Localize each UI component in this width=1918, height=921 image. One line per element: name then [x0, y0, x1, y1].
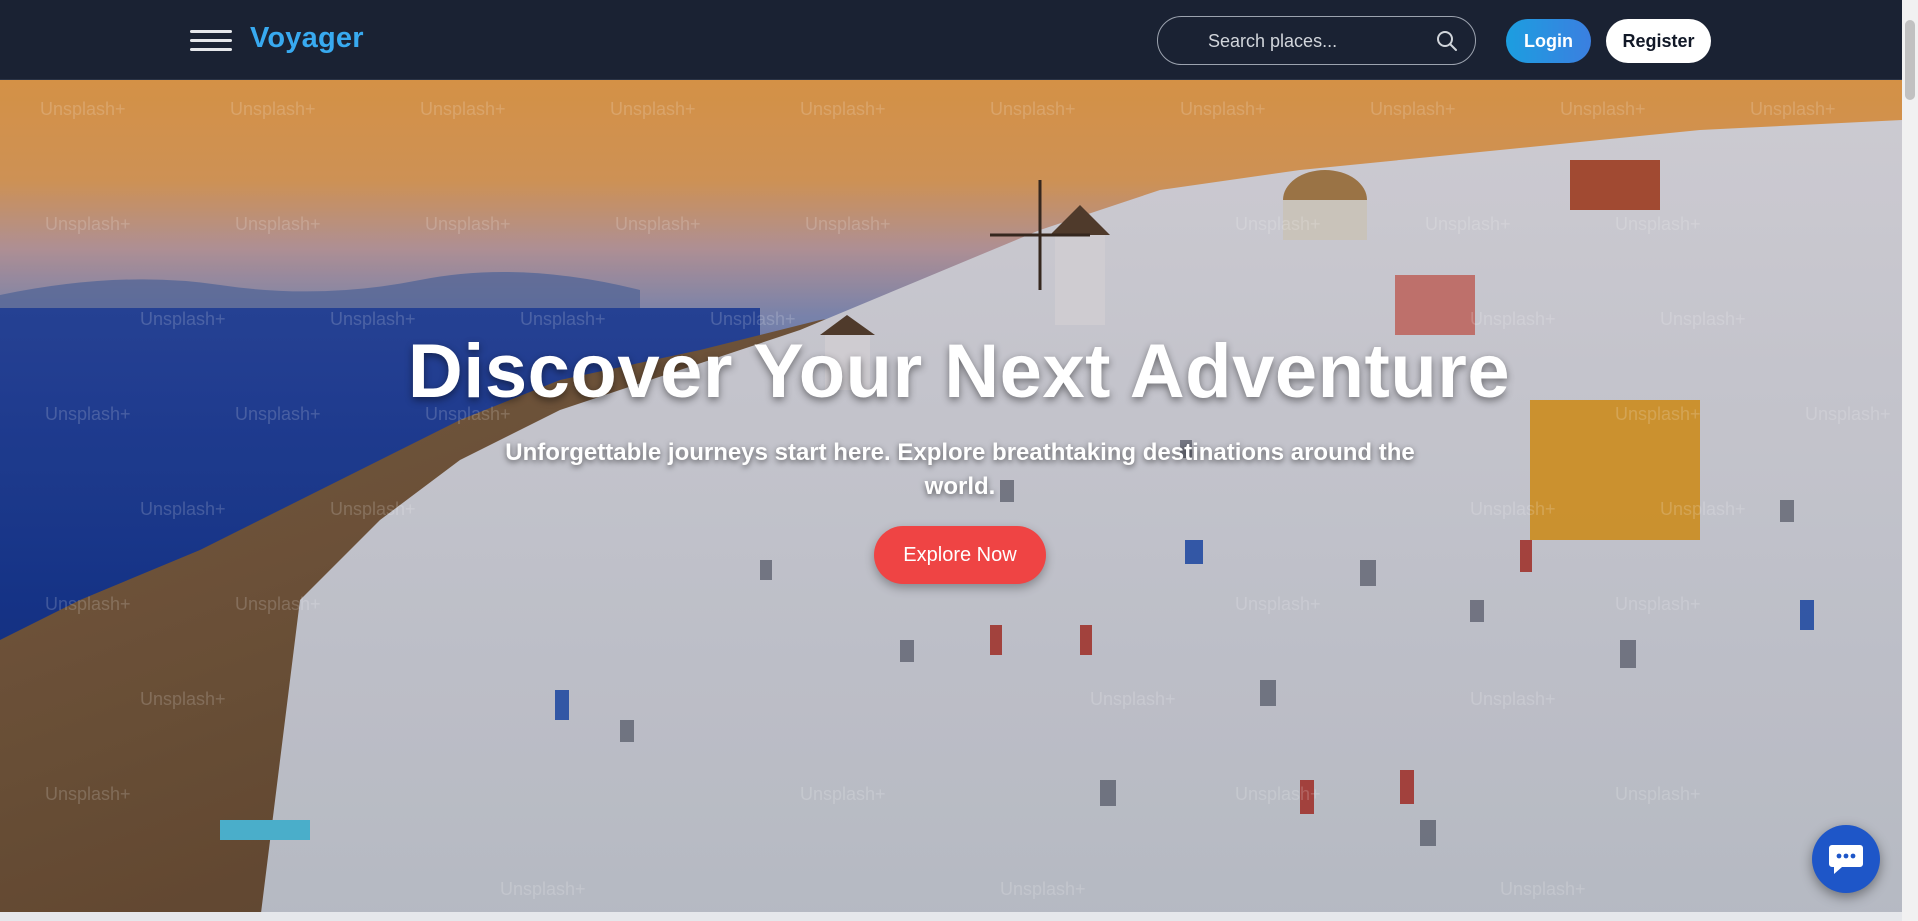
svg-text:Unsplash+: Unsplash+ [1500, 879, 1586, 899]
chat-bubble-icon [1829, 845, 1863, 874]
svg-text:Unsplash+: Unsplash+ [40, 99, 126, 119]
search-box[interactable] [1157, 16, 1476, 65]
svg-text:Unsplash+: Unsplash+ [1470, 689, 1556, 709]
search-input[interactable] [1206, 27, 1430, 55]
svg-text:Unsplash+: Unsplash+ [235, 594, 321, 614]
svg-text:Unsplash+: Unsplash+ [1235, 214, 1321, 234]
svg-text:Unsplash+: Unsplash+ [500, 879, 586, 899]
login-button[interactable]: Login [1506, 19, 1591, 63]
hamburger-menu-icon[interactable] [190, 28, 232, 54]
bottom-edge [0, 912, 1902, 921]
scrollbar-thumb[interactable] [1905, 20, 1915, 100]
svg-text:Unsplash+: Unsplash+ [800, 784, 886, 804]
svg-text:Unsplash+: Unsplash+ [1000, 879, 1086, 899]
svg-text:Unsplash+: Unsplash+ [1235, 594, 1321, 614]
svg-text:Unsplash+: Unsplash+ [1090, 689, 1176, 709]
svg-text:Unsplash+: Unsplash+ [1470, 499, 1556, 519]
hero-subtitle: Unforgettable journeys start here. Explo… [505, 439, 1415, 500]
svg-text:Unsplash+: Unsplash+ [45, 594, 131, 614]
svg-text:Unsplash+: Unsplash+ [1660, 499, 1746, 519]
svg-text:Unsplash+: Unsplash+ [140, 499, 226, 519]
svg-text:Unsplash+: Unsplash+ [1750, 99, 1836, 119]
svg-text:Unsplash+: Unsplash+ [710, 309, 796, 329]
svg-text:Unsplash+: Unsplash+ [45, 214, 131, 234]
register-button[interactable]: Register [1606, 19, 1711, 63]
vertical-scrollbar[interactable] [1902, 0, 1918, 921]
svg-text:Unsplash+: Unsplash+ [1660, 309, 1746, 329]
svg-text:Unsplash+: Unsplash+ [610, 99, 696, 119]
search-icon[interactable] [1435, 29, 1459, 53]
hero-section: Unsplash+ Unsplash+ Unsplash+ Unsplash+ Unsp… [0, 80, 1902, 921]
svg-text:Unsplash+: Unsplash+ [1235, 784, 1321, 804]
svg-text:Unsplash+: Unsplash+ [140, 689, 226, 709]
svg-text:Unsplash+: Unsplash+ [1425, 214, 1511, 234]
svg-text:Unsplash+: Unsplash+ [230, 99, 316, 119]
svg-text:Unsplash+: Unsplash+ [805, 214, 891, 234]
svg-text:Unsplash+: Unsplash+ [1615, 594, 1701, 614]
svg-text:Unsplash+: Unsplash+ [615, 214, 701, 234]
explore-now-button[interactable]: Explore Now [874, 526, 1046, 584]
svg-text:Unsplash+: Unsplash+ [140, 309, 226, 329]
svg-text:Unsplash+: Unsplash+ [330, 309, 416, 329]
page: Voyager Login Register [0, 0, 1902, 921]
svg-text:Unsplash+: Unsplash+ [1615, 214, 1701, 234]
svg-text:Unsplash+: Unsplash+ [420, 99, 506, 119]
chat-button[interactable] [1812, 825, 1880, 893]
svg-text:Unsplash+: Unsplash+ [800, 99, 886, 119]
navbar: Voyager Login Register [0, 0, 1902, 80]
svg-text:Unsplash+: Unsplash+ [1615, 784, 1701, 804]
svg-text:Unsplash+: Unsplash+ [520, 309, 606, 329]
svg-text:Unsplash+: Unsplash+ [235, 214, 321, 234]
svg-text:Unsplash+: Unsplash+ [45, 784, 131, 804]
svg-text:Unsplash+: Unsplash+ [330, 499, 416, 519]
svg-text:Unsplash+: Unsplash+ [425, 214, 511, 234]
brand-logo[interactable]: Voyager [250, 22, 364, 55]
svg-text:Unsplash+: Unsplash+ [1560, 99, 1646, 119]
svg-text:Unsplash+: Unsplash+ [990, 99, 1076, 119]
svg-text:Unsplash+: Unsplash+ [1470, 309, 1556, 329]
svg-text:Unsplash+: Unsplash+ [1180, 99, 1266, 119]
svg-text:Unsplash+: Unsplash+ [1370, 99, 1456, 119]
hero-title: Discover Your Next Adventure [407, 329, 1511, 414]
